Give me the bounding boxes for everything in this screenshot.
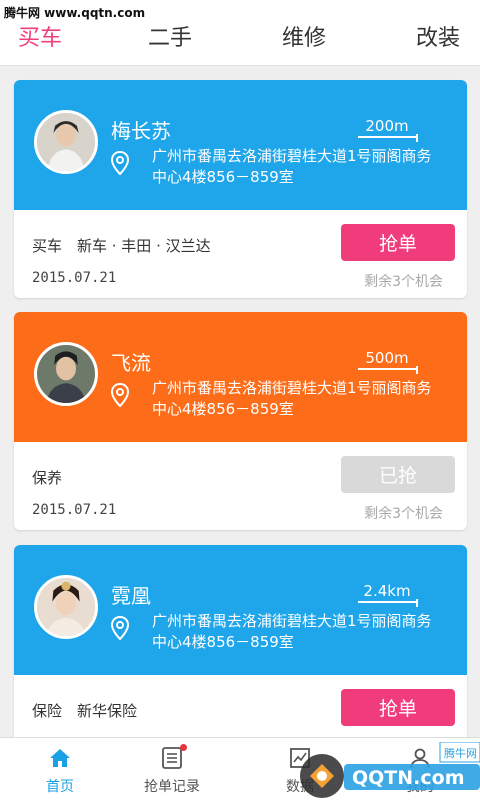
order-card: 飞流 500m 广州市番禺去洛浦街碧桂大道1号丽阁商务中心4楼856－859室 … (14, 312, 467, 530)
address-text: 广州市番禺去洛浦街碧桂大道1号丽阁商务中心4楼856－859室 (152, 147, 432, 186)
tab-modify[interactable]: 改装 (416, 20, 460, 52)
tab-buy-car[interactable]: 买车 (18, 20, 62, 52)
card-header: 霓凰 2.4km 广州市番禺去洛浦街碧桂大道1号丽阁商务中心4楼856－859室 (14, 545, 467, 675)
tab-second-hand[interactable]: 二手 (148, 20, 192, 52)
nav-home[interactable]: 首页 (0, 738, 120, 800)
nav-order-records[interactable]: 抢单记录 (112, 738, 232, 800)
distance-label: 500m (358, 349, 418, 374)
svg-text:QQTN.com: QQTN.com (352, 767, 465, 789)
customer-name: 霓凰 (111, 584, 151, 608)
watermark-text: 腾牛网 www.qqtn.com (4, 6, 146, 20)
order-card: 霓凰 2.4km 广州市番禺去洛浦街碧桂大道1号丽阁商务中心4楼856－859室… (14, 545, 467, 763)
distance-label: 2.4km (358, 582, 418, 607)
card-header: 梅长苏 200m 广州市番禺去洛浦街碧桂大道1号丽阁商务中心4楼856－859室 (14, 80, 467, 210)
grab-order-button[interactable]: 抢单 (341, 689, 455, 726)
address-text: 广州市番禺去洛浦街碧桂大道1号丽阁商务中心4楼856－859室 (152, 379, 432, 418)
grab-order-button[interactable]: 抢单 (341, 224, 455, 261)
svg-text:腾牛网: 腾牛网 (444, 746, 477, 760)
tab-repair[interactable]: 维修 (282, 20, 326, 52)
card-body: 买车 新车 · 丰田 · 汉兰达 2015.07.21 抢单 剩余3个机会 (14, 210, 467, 298)
address-text: 广州市番禺去洛浦街碧桂大道1号丽阁商务中心4楼856－859室 (152, 612, 432, 651)
order-date: 2015.07.21 (32, 270, 117, 286)
card-header: 飞流 500m 广州市番禺去洛浦街碧桂大道1号丽阁商务中心4楼856－859室 (14, 312, 467, 442)
avatar (34, 575, 98, 639)
customer-name: 飞流 (111, 351, 151, 375)
location-pin-icon (110, 150, 130, 176)
location-pin-icon (110, 382, 130, 408)
customer-name: 梅长苏 (111, 119, 171, 143)
remaining-chances: 剩余3个机会 (364, 274, 443, 290)
service-tags: 保养 (32, 469, 63, 487)
notification-badge (180, 744, 187, 751)
service-tags: 买车 新车 · 丰田 · 汉兰达 (32, 237, 211, 255)
home-icon (50, 749, 70, 767)
avatar (34, 342, 98, 406)
nav-home-label: 首页 (46, 779, 74, 795)
nav-order-records-label: 抢单记录 (144, 779, 200, 795)
qqtn-logo-watermark: QQTN.com 腾牛网 (300, 742, 480, 798)
distance-label: 200m (358, 117, 418, 142)
remaining-chances: 剩余3个机会 (364, 506, 443, 522)
order-date: 2015.07.21 (32, 502, 117, 518)
service-tags: 保险 新华保险 (32, 702, 138, 720)
grabbed-button[interactable]: 已抢 (341, 456, 455, 493)
card-body: 保养 2015.07.21 已抢 剩余3个机会 (14, 442, 467, 530)
location-pin-icon (110, 615, 130, 641)
order-card: 梅长苏 200m 广州市番禺去洛浦街碧桂大道1号丽阁商务中心4楼856－859室… (14, 80, 467, 298)
avatar (34, 110, 98, 174)
